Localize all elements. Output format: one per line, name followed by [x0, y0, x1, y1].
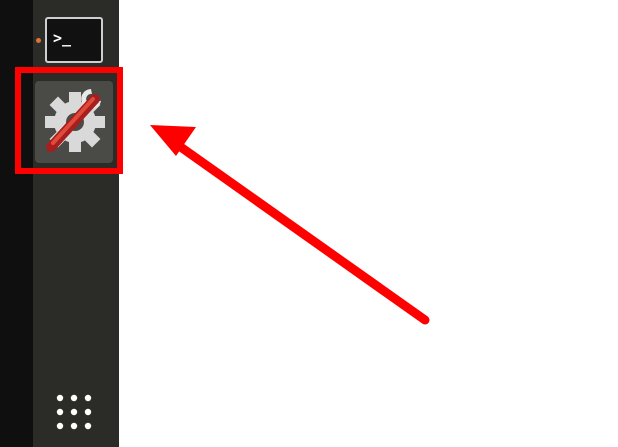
show-applications-button[interactable] [54, 392, 94, 432]
terminal-icon: >_ [45, 17, 103, 63]
app-grid-icon [56, 394, 92, 430]
svg-text:>_: >_ [53, 29, 72, 47]
running-indicator [36, 38, 41, 43]
terminal-launcher[interactable]: >_ [45, 17, 103, 63]
highlight-box [15, 67, 123, 174]
